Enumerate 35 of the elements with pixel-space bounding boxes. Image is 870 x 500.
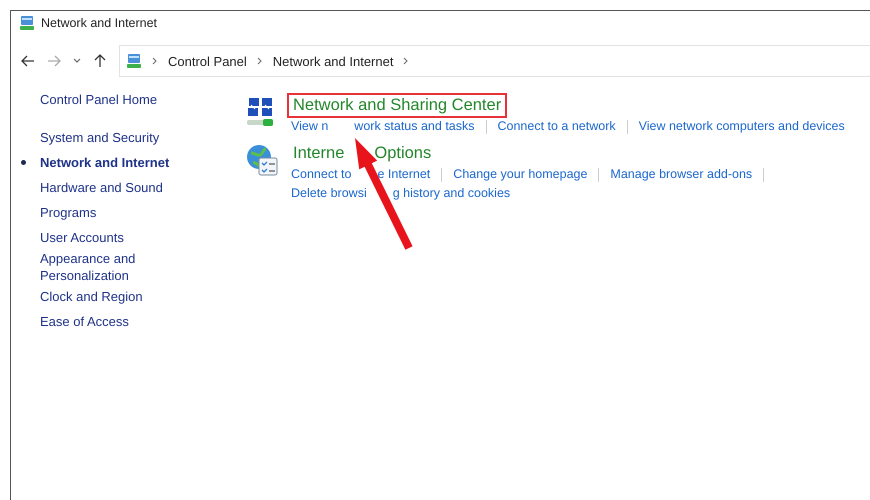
- network-icon: [126, 53, 142, 69]
- sidebar-item[interactable]: Clock and Region: [40, 288, 170, 305]
- chevron-right-icon[interactable]: [256, 57, 263, 65]
- sidebar-item[interactable]: Hardware and Sound: [40, 179, 170, 196]
- breadcrumb[interactable]: Control Panel: [168, 54, 247, 68]
- window-title: Network and Internet: [41, 16, 158, 30]
- chevron-down-icon[interactable]: [73, 58, 81, 64]
- breadcrumb[interactable]: Network and Internet: [272, 54, 394, 68]
- task-link[interactable]: Manage browser add-ons: [610, 166, 752, 183]
- category-link[interactable]: Network and Sharing Center: [293, 96, 502, 115]
- chevron-right-icon: [152, 57, 158, 65]
- task-link[interactable]: View n: [291, 118, 328, 135]
- sidebar-item[interactable]: System and Security: [40, 129, 170, 146]
- address-bar[interactable]: Control Panel Network and Internet: [119, 45, 870, 77]
- task-link[interactable]: Change your homepage: [453, 166, 588, 183]
- task-link[interactable]: Connect to: [291, 166, 352, 183]
- back-arrow-icon[interactable]: [21, 54, 35, 68]
- sidebar-item[interactable]: Programs: [40, 204, 170, 221]
- up-arrow-icon[interactable]: [93, 54, 107, 68]
- task-link[interactable]: g history and cookies: [392, 185, 510, 202]
- sidebar-item[interactable]: Appearance and Personalization: [40, 250, 170, 284]
- sidebar-item[interactable]: Ease of Access: [40, 313, 170, 330]
- sidebar-item[interactable]: Network and Internet: [40, 154, 190, 171]
- sidebar-item[interactable]: User Accounts: [40, 229, 170, 246]
- network-icon: [19, 15, 35, 31]
- task-link[interactable]: View network computers and devices: [638, 118, 845, 135]
- chevron-right-icon[interactable]: [403, 57, 410, 65]
- task-link[interactable]: e Internet: [377, 166, 430, 183]
- task-link[interactable]: work status and tasks: [354, 118, 474, 135]
- bullet-icon: [21, 160, 26, 165]
- sidebar-link[interactable]: Control Panel Home: [40, 89, 245, 111]
- task-link[interactable]: Connect to a network: [498, 118, 616, 135]
- task-link[interactable]: Delete browsi: [291, 185, 367, 202]
- category-link[interactable]: Options: [374, 144, 432, 163]
- category-link[interactable]: Interne: [293, 144, 344, 163]
